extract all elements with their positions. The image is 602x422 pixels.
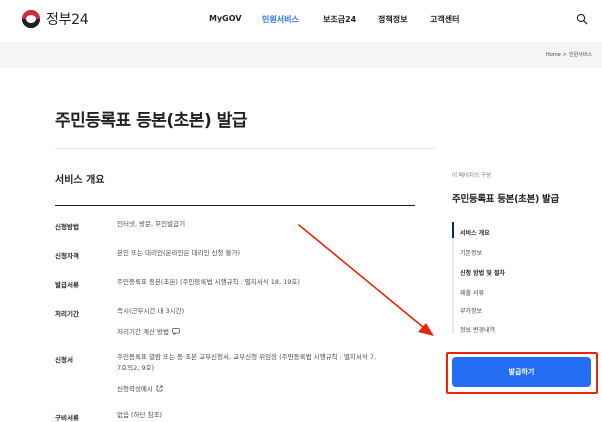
section-divider [55,205,415,206]
breadcrumb-band: Home > 민원서비스 [0,42,602,68]
toc-caption: 이 페이지의 구성 [452,173,491,179]
logo-text: 정부24 [46,12,89,28]
row-label-application-method: 신청방법 [55,223,79,231]
row-value-application-form-line2: 7호의2, 9호) [117,364,155,372]
row-value-application-method: 인터넷, 방문, 무인발급기 [117,220,186,228]
row-label-issued-document: 발급서류 [55,281,79,289]
nav-item-mygov[interactable]: MyGOV [209,14,242,23]
breadcrumb: Home > 민원서비스 [546,51,592,58]
toc-item-basic-info[interactable]: 기본정보 [460,248,482,257]
processing-time-calc-link[interactable]: 처리기간 계산 방법 [117,326,180,336]
breadcrumb-current[interactable]: 민원서비스 [569,52,592,58]
gov24-logo[interactable]: 정부24 [22,9,89,29]
issue-button[interactable]: 발급하기 [452,357,591,387]
search-icon[interactable] [576,13,588,25]
breadcrumb-separator: > [562,52,567,58]
toc-item-additional-info[interactable]: 부가정보 [460,306,482,315]
row-label-required-documents: 구비서류 [55,414,79,422]
toc-item-service-overview[interactable]: 서비스 개요 [460,228,490,237]
toc-title: 주민등록표 등본(초본) 발급 [452,194,559,205]
nav-item-civil-services[interactable]: 민원서비스 [262,14,299,25]
nav-item-subsidy24[interactable]: 보조금24 [323,14,356,25]
row-value-eligibility: 본인 또는 대리인(온라인은 대리인 신청 불가) [117,249,241,257]
toc-item-application-procedure[interactable]: 신청 방법 및 절차 [460,268,505,277]
toc-active-indicator [452,222,454,238]
nav-item-customer-center[interactable]: 고객센터 [430,14,459,25]
row-label-processing-time: 처리기간 [55,310,79,318]
form-example-label: 신청작성예시 [117,385,153,393]
breadcrumb-home[interactable]: Home [546,52,561,58]
row-value-application-form-line1: 주민등록표 열람 또는 등·초본 교부신청서, 교부신청 위임장 (주민등록법 … [117,353,377,361]
row-label-application-form: 신청서 [55,356,73,364]
taegeuk-logo-icon [22,10,40,28]
row-value-processing-time: 즉시(근무시간 내 3시간) [117,307,185,315]
toc-item-submission-documents[interactable]: 제출 서류 [460,288,484,297]
row-value-required-documents: 없음 (하단 참조) [117,411,163,419]
top-header: 정부24 MyGOV 민원서비스 보조금24 정책정보 고객센터 [0,0,602,42]
row-label-eligibility: 신청자격 [55,252,79,260]
title-divider [55,148,435,149]
external-link-icon [156,384,163,391]
page-title: 주민등록표 등본(초본) 발급 [55,111,247,131]
chat-bubble-icon [172,327,180,335]
toc-track [452,238,454,334]
toc-item-change-history[interactable]: 정보 변경내역 [460,325,495,334]
row-value-issued-document: 주민등록표 등본(초본) (주민등록법 시행규칙 : 별지서식 18, 19호) [117,278,300,286]
form-example-link[interactable]: 신청작성예시 [117,383,163,393]
service-overview-title: 서비스 개요 [55,175,105,186]
nav-item-policy-info[interactable]: 정책정보 [378,14,407,25]
processing-time-calc-label: 처리기간 계산 방법 [117,328,169,336]
